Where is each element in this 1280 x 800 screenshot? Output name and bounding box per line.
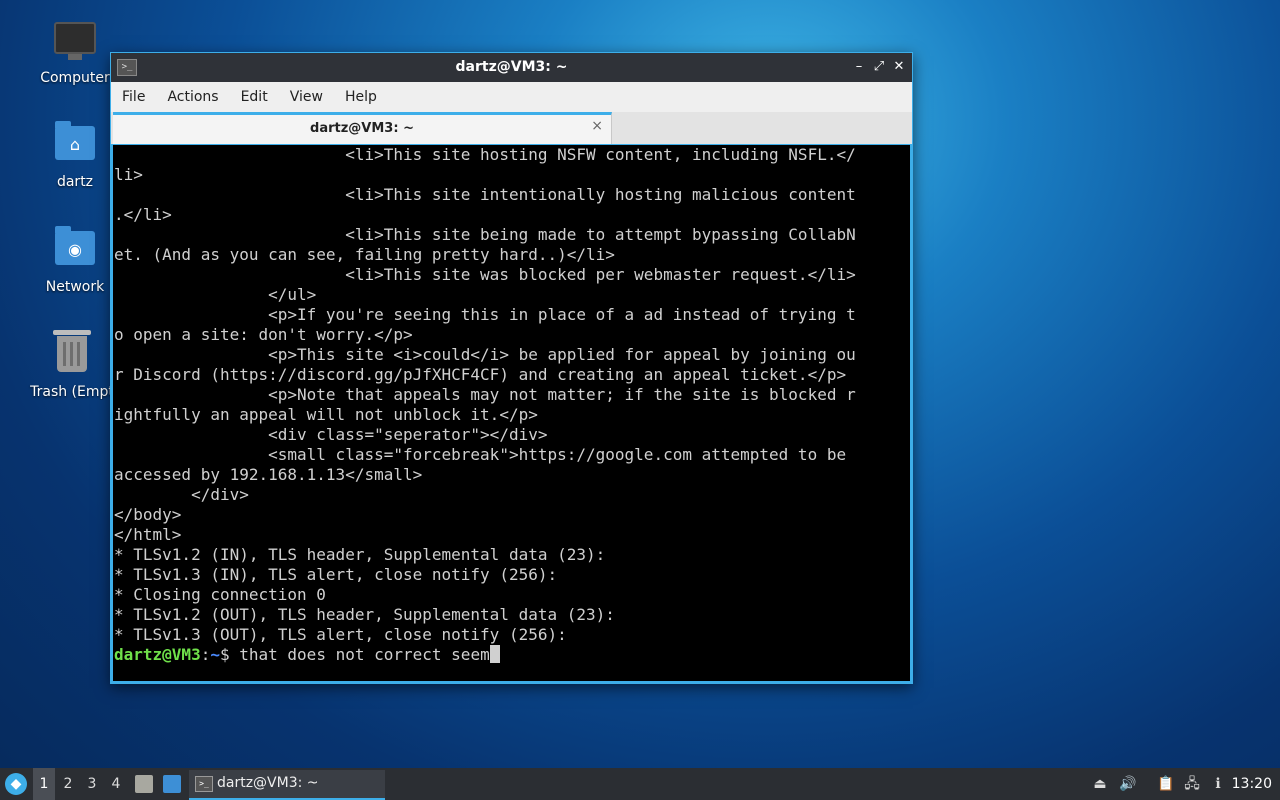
- terminal-line: ightfully an appeal will not unblock it.…: [114, 405, 538, 424]
- terminal-line: <li>This site intentionally hosting mali…: [114, 185, 856, 204]
- volume-icon[interactable]: 🔊: [1118, 774, 1138, 794]
- network-folder-icon: ◉: [53, 226, 97, 275]
- start-menu-button[interactable]: ◆: [5, 773, 27, 795]
- terminal-line: li>: [114, 165, 143, 184]
- desktop-icon-label: Computer: [40, 70, 110, 86]
- prompt-separator: :: [200, 645, 211, 664]
- menu-actions[interactable]: Actions: [156, 82, 229, 112]
- menu-edit[interactable]: Edit: [230, 82, 279, 112]
- terminal-lines: <li>This site hosting NSFW content, incl…: [114, 145, 856, 665]
- terminal-line: </ul>: [114, 285, 317, 304]
- terminal-line: accessed by 192.168.1.13</small>: [114, 465, 423, 484]
- minimize-button[interactable]: –: [850, 58, 868, 76]
- clipboard-icon[interactable]: 📋: [1156, 774, 1176, 794]
- terminal-prompt-line[interactable]: dartz@VM3:~$ that does not correct seem: [114, 645, 856, 665]
- close-button[interactable]: ✕: [890, 58, 908, 76]
- workspace-1[interactable]: 1: [33, 768, 55, 800]
- task-label: dartz@VM3: ~: [217, 775, 319, 791]
- menu-file[interactable]: File: [111, 82, 156, 112]
- terminal-line: <p>Note that appeals may not matter; if …: [114, 385, 856, 404]
- terminal-line: <p>This site <i>could</i> be applied for…: [114, 345, 856, 364]
- prompt-input: that does not correct seem: [239, 645, 490, 664]
- text-cursor: [489, 645, 500, 663]
- desktop-icon-trash[interactable]: Trash (Empt: [22, 330, 122, 400]
- terminal-line: * TLSv1.2 (OUT), TLS header, Supplementa…: [114, 605, 615, 624]
- terminal-window: >_ dartz@VM3: ~ – ⤢ ✕ File Actions Edit Vie…: [110, 52, 913, 684]
- trash-icon: [50, 330, 94, 380]
- terminal-line: et. (And as you can see, failing pretty …: [114, 245, 615, 264]
- network-icon[interactable]: 🖧: [1182, 774, 1202, 794]
- tab-close-button[interactable]: ×: [591, 118, 603, 134]
- desktop-icon-computer[interactable]: Computer: [27, 16, 123, 86]
- desktop-icon-label: Trash (Empt: [30, 384, 114, 400]
- terminal-line: <li>This site being made to attempt bypa…: [114, 225, 856, 244]
- eject-icon[interactable]: ⏏: [1090, 774, 1110, 794]
- notification-icon[interactable]: ℹ: [1208, 774, 1228, 794]
- workspace-2[interactable]: 2: [57, 768, 79, 800]
- taskbar: ◆ 1 2 3 4 >_ dartz@VM3: ~ ⏏ 🔊 📋 🖧 ℹ 13:2…: [0, 768, 1280, 800]
- show-desktop-icon[interactable]: [163, 775, 181, 793]
- tab-bar: dartz@VM3: ~ ×: [111, 112, 912, 144]
- terminal-line: * Closing connection 0: [114, 585, 326, 604]
- terminal-line: <div class="seperator"></div>: [114, 425, 548, 444]
- terminal-line: </body>: [114, 505, 182, 524]
- terminal-line: <li>This site hosting NSFW content, incl…: [114, 145, 856, 164]
- maximize-button[interactable]: ⤢: [870, 58, 888, 76]
- terminal-icon: >_: [195, 776, 213, 792]
- terminal-line: .</li>: [114, 205, 172, 224]
- terminal-line: o open a site: don't worry.</p>: [114, 325, 413, 344]
- workspace-3[interactable]: 3: [81, 768, 103, 800]
- taskbar-task-terminal[interactable]: >_ dartz@VM3: ~: [189, 770, 385, 800]
- clock[interactable]: 13:20: [1232, 768, 1272, 800]
- menu-view[interactable]: View: [279, 82, 334, 112]
- desktop-icon-label: dartz: [56, 174, 94, 190]
- terminal-line: </html>: [114, 525, 182, 544]
- window-title: dartz@VM3: ~: [455, 59, 568, 75]
- desktop-icon-network[interactable]: ◉ Network: [27, 225, 123, 295]
- terminal-output[interactable]: <li>This site hosting NSFW content, incl…: [113, 145, 910, 681]
- menu-help[interactable]: Help: [334, 82, 388, 112]
- terminal-line: <small class="forcebreak">https://google…: [114, 445, 847, 464]
- terminal-line: * TLSv1.3 (IN), TLS alert, close notify …: [114, 565, 558, 584]
- home-folder-icon: ⌂: [53, 121, 97, 170]
- computer-icon: [53, 22, 97, 66]
- terminal-line: <p>If you're seeing this in place of a a…: [114, 305, 856, 324]
- window-titlebar[interactable]: >_ dartz@VM3: ~ – ⤢ ✕: [111, 53, 912, 82]
- workspace-4[interactable]: 4: [105, 768, 127, 800]
- tab-label: dartz@VM3: ~: [310, 121, 414, 136]
- prompt-symbol: $: [219, 645, 240, 664]
- terminal-line: * TLSv1.2 (IN), TLS header, Supplemental…: [114, 545, 606, 564]
- prompt-user: dartz@VM3: [114, 645, 201, 664]
- terminal-line: * TLSv1.3 (OUT), TLS alert, close notify…: [114, 625, 567, 644]
- desktop-icon-home[interactable]: ⌂ dartz: [27, 120, 123, 190]
- tab-terminal[interactable]: dartz@VM3: ~ ×: [113, 112, 612, 144]
- menu-bar: File Actions Edit View Help: [111, 82, 912, 112]
- terminal-line: </div>: [114, 485, 249, 504]
- file-manager-icon[interactable]: [135, 775, 153, 793]
- desktop-icon-label: Network: [45, 279, 105, 295]
- prompt-path: ~: [210, 645, 220, 664]
- terminal-line: <li>This site was blocked per webmaster …: [114, 265, 856, 284]
- terminal-line: r Discord (https://discord.gg/pJfXHCF4CF…: [114, 365, 847, 384]
